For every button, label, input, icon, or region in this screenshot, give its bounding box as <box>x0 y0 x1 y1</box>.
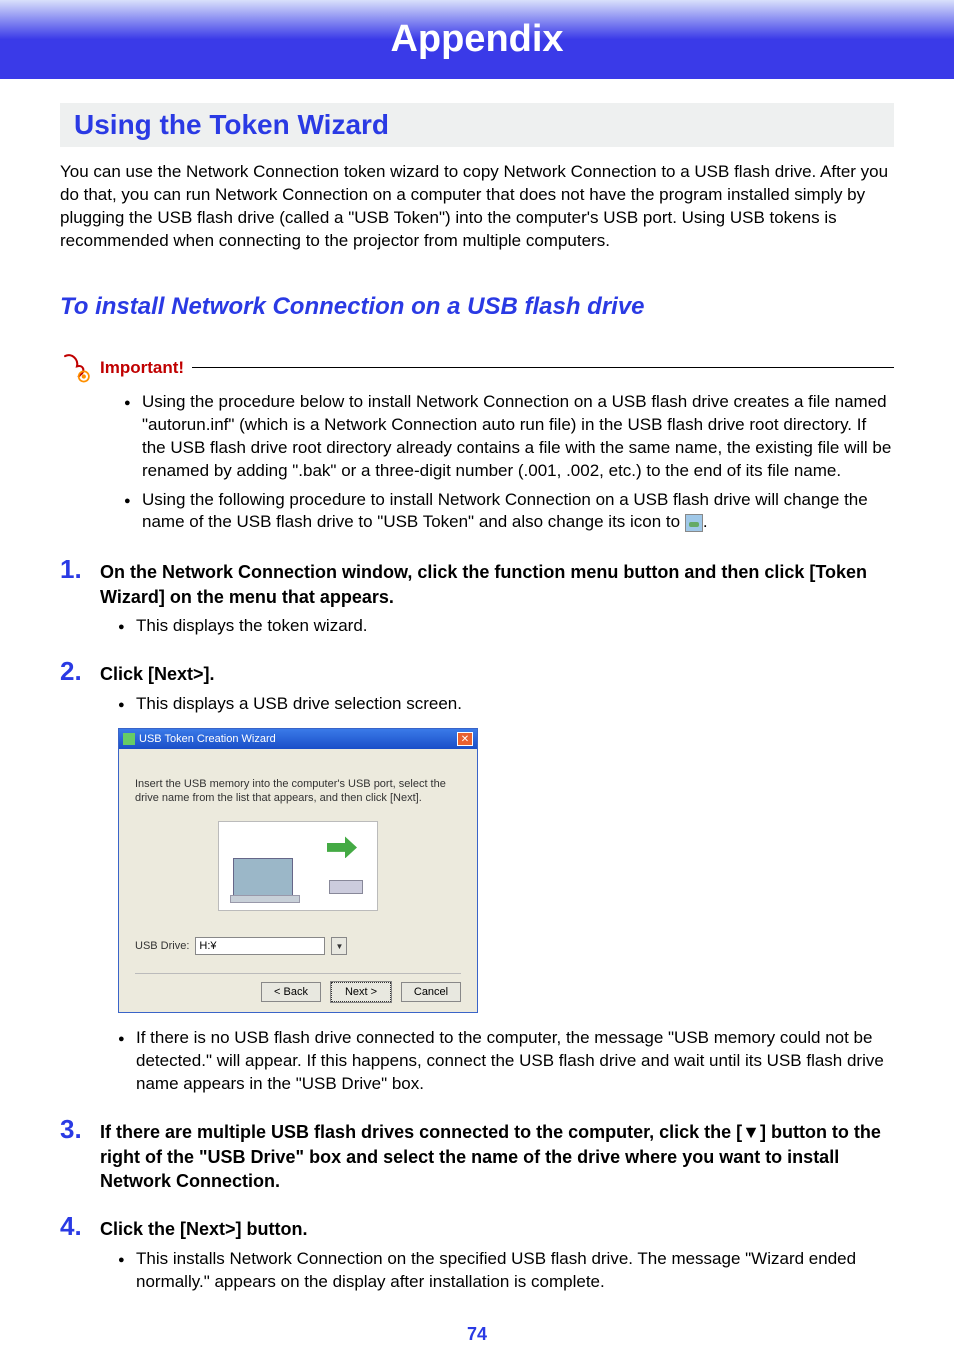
step-number: 2. <box>60 656 100 687</box>
step-3: 3. If there are multiple USB flash drive… <box>60 1114 894 1193</box>
important-item: Using the following procedure to install… <box>124 489 894 535</box>
step-text: Click [Next>]. <box>100 662 215 686</box>
important-list: Using the procedure below to install Net… <box>60 391 894 535</box>
divider <box>192 367 894 368</box>
usb-drive-icon <box>329 880 363 894</box>
wizard-title-text: USB Token Creation Wizard <box>139 733 276 745</box>
step-2: 2. Click [Next>]. <box>60 656 894 687</box>
section-intro: You can use the Network Connection token… <box>60 161 894 253</box>
back-button[interactable]: < Back <box>261 982 321 1002</box>
step-4: 4. Click the [Next>] button. <box>60 1211 894 1242</box>
page-number: 74 <box>60 1324 894 1345</box>
pointing-finger-icon <box>60 351 94 385</box>
wizard-illustration <box>218 821 378 911</box>
page-header: Appendix <box>0 0 954 79</box>
section-title: Using the Token Wizard <box>60 103 894 147</box>
subsection-title: To install Network Connection on a USB f… <box>60 293 894 321</box>
step-after-list: If there is no USB flash drive connected… <box>60 1027 894 1096</box>
cancel-button[interactable]: Cancel <box>401 982 461 1002</box>
arrow-icon <box>327 836 357 858</box>
app-icon <box>123 733 135 745</box>
step-sub-item: This displays a USB drive selection scre… <box>118 693 894 716</box>
step-text: If there are multiple USB flash drives c… <box>100 1120 894 1193</box>
wizard-titlebar: USB Token Creation Wizard ✕ <box>119 729 477 749</box>
step-sub-list: This installs Network Connection on the … <box>60 1248 894 1294</box>
page-content: Using the Token Wizard You can use the N… <box>0 79 954 1365</box>
wizard-dialog: USB Token Creation Wizard ✕ Insert the U… <box>118 728 478 1014</box>
step-sub-list: This displays a USB drive selection scre… <box>60 693 894 716</box>
next-button[interactable]: Next > <box>331 982 391 1002</box>
step-sub-item: This displays the token wizard. <box>118 615 894 638</box>
dropdown-button[interactable]: ▼ <box>331 937 347 955</box>
important-label: Important! <box>100 358 184 378</box>
wizard-instruction: Insert the USB memory into the computer'… <box>135 777 461 806</box>
step-number: 3. <box>60 1114 100 1145</box>
usb-drive-input[interactable] <box>195 937 325 955</box>
step-number: 4. <box>60 1211 100 1242</box>
important-item: Using the procedure below to install Net… <box>124 391 894 483</box>
usb-token-icon <box>685 514 703 532</box>
important-block: Important! Using the procedure below to … <box>60 351 894 535</box>
step-sub-item: This installs Network Connection on the … <box>118 1248 894 1294</box>
step-after-item: If there is no USB flash drive connected… <box>118 1027 894 1096</box>
step-text: Click the [Next>] button. <box>100 1217 308 1241</box>
step-number: 1. <box>60 554 100 585</box>
step-text: On the Network Connection window, click … <box>100 560 894 609</box>
step-sub-list: This displays the token wizard. <box>60 615 894 638</box>
header-title: Appendix <box>390 18 563 60</box>
laptop-icon <box>233 858 293 898</box>
close-button[interactable]: ✕ <box>457 732 473 746</box>
step-1: 1. On the Network Connection window, cli… <box>60 554 894 609</box>
usb-drive-label: USB Drive: <box>135 940 189 952</box>
